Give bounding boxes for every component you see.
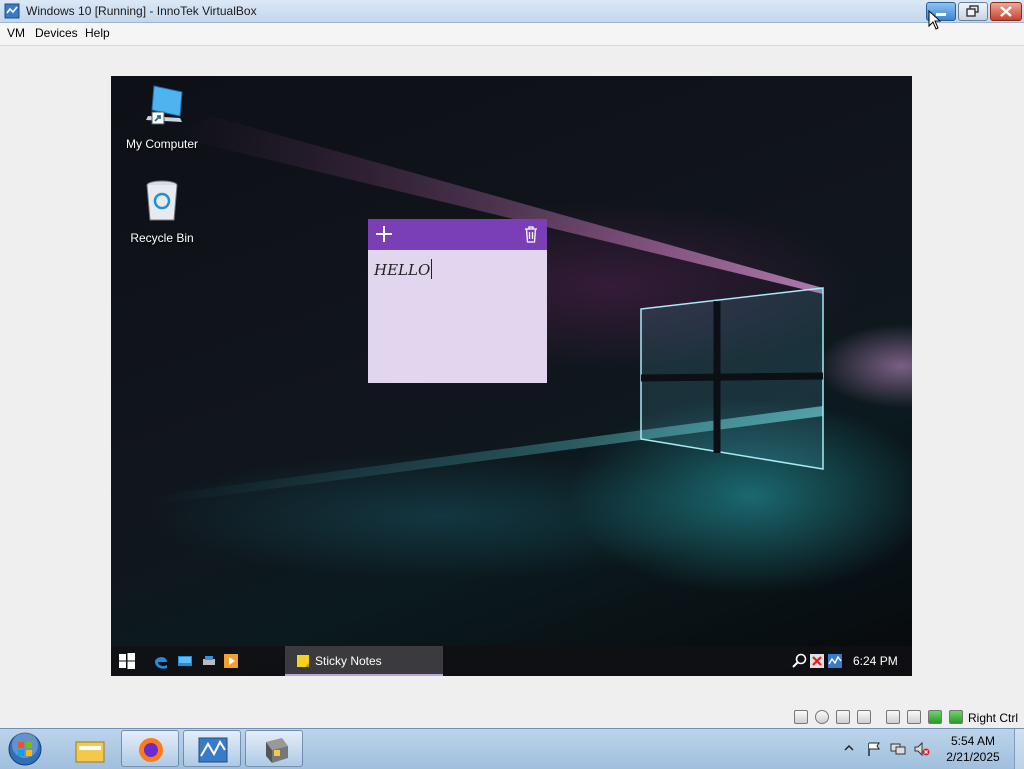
desktop-icon-label: Recycle Bin xyxy=(130,231,194,245)
sticky-note-header[interactable] xyxy=(368,219,547,250)
desktop-icon-my-computer[interactable]: My Computer xyxy=(117,82,207,151)
start-icon[interactable] xyxy=(119,653,135,669)
hard-disk-icon[interactable] xyxy=(794,710,808,724)
media-icon[interactable] xyxy=(223,653,239,669)
cd-icon[interactable] xyxy=(815,710,829,724)
taskbar-explorer-button[interactable] xyxy=(60,730,118,767)
capture-icon[interactable] xyxy=(928,710,942,724)
desktop-icon-recycle-bin[interactable]: Recycle Bin xyxy=(117,176,207,245)
virtualbox-app-icon xyxy=(4,3,20,19)
start-orb-icon[interactable] xyxy=(6,731,44,767)
sticky-note-window[interactable]: HELLO xyxy=(368,219,547,383)
host-clock[interactable]: 5:54 AM 2/21/2025 xyxy=(940,733,1006,765)
network-icon[interactable] xyxy=(201,653,217,669)
magnifier-icon[interactable] xyxy=(791,653,807,669)
monitor-icon[interactable] xyxy=(827,653,843,669)
vbox-status-bar: Right Ctrl xyxy=(0,706,1024,728)
text-caret xyxy=(431,259,433,279)
host-clock-date: 2/21/2025 xyxy=(946,750,1000,764)
host-key-label: Right Ctrl xyxy=(968,711,1019,725)
menu-vm[interactable]: VM xyxy=(7,26,25,40)
window-title: Windows 10 [Running] - InnoTek VirtualBo… xyxy=(26,4,257,18)
close-icon xyxy=(1000,6,1012,17)
restore-icon xyxy=(966,5,979,17)
taskbar-sticky-notes-button[interactable]: Sticky Notes xyxy=(285,646,443,676)
firefox-icon xyxy=(139,738,163,762)
virtualbox-icon xyxy=(266,738,288,763)
add-note-icon[interactable] xyxy=(374,224,394,244)
restore-button[interactable] xyxy=(958,2,988,21)
guest-clock[interactable]: 6:24 PM xyxy=(853,654,898,668)
usb-icon[interactable] xyxy=(886,710,900,724)
mouse-cursor-icon xyxy=(928,10,942,30)
computer-icon xyxy=(146,85,183,125)
guest-screen[interactable]: My Computer Recycle Bin HELLO Sticky Not… xyxy=(111,76,912,676)
volume-muted-icon[interactable] xyxy=(914,741,930,757)
host-clock-time: 5:54 AM xyxy=(950,734,996,748)
delete-note-icon[interactable] xyxy=(524,225,538,243)
shared-folder-icon[interactable] xyxy=(907,710,921,724)
explorer-icon xyxy=(75,741,105,763)
monitor-app-icon xyxy=(198,737,228,763)
recycle-bin-icon xyxy=(146,180,178,221)
guest-taskbar: Sticky Notes 6:24 PM xyxy=(111,646,912,676)
desktop-icon-label: My Computer xyxy=(125,137,199,151)
network-error-icon[interactable] xyxy=(809,653,825,669)
show-hidden-icons-chevron[interactable] xyxy=(844,743,854,753)
taskbar-monitor-button[interactable] xyxy=(183,730,241,767)
network-status-icon[interactable] xyxy=(857,710,871,724)
menu-bar: VM Devices Help xyxy=(0,23,1024,46)
menu-devices[interactable]: Devices xyxy=(35,26,78,40)
action-center-flag-icon[interactable] xyxy=(866,741,882,757)
taskbar-firefox-button[interactable] xyxy=(121,730,179,767)
close-button[interactable] xyxy=(990,2,1022,21)
edge-icon[interactable] xyxy=(153,653,169,669)
sticky-notes-app-icon xyxy=(297,655,309,667)
desktop-icon[interactable] xyxy=(177,653,193,669)
menu-help[interactable]: Help xyxy=(85,26,110,40)
floppy-icon[interactable] xyxy=(836,710,850,724)
show-desktop-button[interactable] xyxy=(1014,729,1024,769)
network-tray-icon[interactable] xyxy=(890,741,906,757)
mouse-integration-icon[interactable] xyxy=(949,710,963,724)
title-bar[interactable]: Windows 10 [Running] - InnoTek VirtualBo… xyxy=(0,0,1024,23)
host-taskbar: 5:54 AM 2/21/2025 xyxy=(0,728,1024,769)
sticky-note-text[interactable]: HELLO xyxy=(374,259,433,279)
taskbar-virtualbox-button[interactable] xyxy=(245,730,303,767)
taskbar-app-label: Sticky Notes xyxy=(315,654,382,668)
